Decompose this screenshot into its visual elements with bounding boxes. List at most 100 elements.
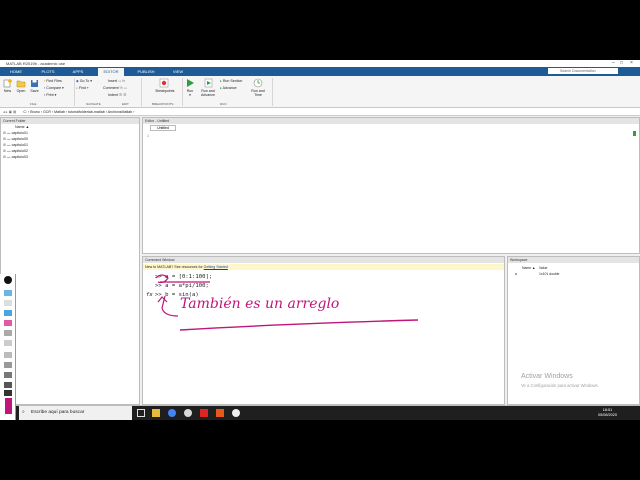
folder-item[interactable]: ⊞ ▬ capitulo03: [3, 155, 28, 159]
taskbar-search-input[interactable]: ⌕ Escribe aquí para buscar: [19, 406, 132, 420]
maps-icon[interactable]: [232, 409, 240, 417]
print-label: Print: [46, 93, 54, 97]
folder-item-label: capitulo00: [11, 137, 28, 141]
find-button[interactable]: ⌕ Find ▾: [76, 86, 89, 90]
file-group-label: FILE: [30, 102, 37, 106]
advance-button[interactable]: ▸ Advance: [220, 86, 237, 90]
annotation-toolbar: [0, 274, 16, 420]
eraser-tool-icon[interactable]: [4, 310, 12, 316]
clock-date: 05/08/2020: [598, 413, 618, 417]
undo-icon[interactable]: [4, 362, 12, 368]
maximize-button[interactable]: □: [620, 60, 623, 66]
current-path[interactable]: C: › Bruno › GCR › Matlab › tutorialfold…: [23, 110, 134, 114]
pen-tool-icon[interactable]: [4, 320, 12, 326]
run-section-button[interactable]: ▸ Run Section: [220, 79, 242, 83]
settings-icon[interactable]: [4, 390, 12, 396]
advance-label: Advance: [222, 86, 237, 90]
cursor-tool-icon[interactable]: [4, 300, 12, 306]
tab-plots[interactable]: PLOTS: [36, 68, 60, 76]
go-to-label: Go To: [79, 79, 90, 83]
comment-button[interactable]: Comment % ▭: [103, 86, 127, 90]
tab-home[interactable]: HOME: [4, 68, 28, 76]
pointer-tool-icon[interactable]: [4, 290, 12, 296]
indent-button[interactable]: Indent ☰ ☰: [108, 93, 126, 97]
code-analyzer-indicator: [633, 131, 636, 136]
ribbon-tabs: HOME PLOTS APPS EDITOR PUBLISH VIEW Sear…: [0, 67, 640, 76]
activation-watermark-subtitle: Ve a Configuración para activar Windows.: [521, 383, 599, 388]
current-folder-panel: Current Folder Name ▲ ⊞ ▬ capitulo01 ⊞ ▬ …: [0, 117, 140, 405]
go-to-button[interactable]: ◆ Go To ▾: [76, 79, 92, 83]
open-folder-icon: [16, 80, 26, 88]
annotation-toggle-icon[interactable]: [4, 276, 12, 284]
getting-started-link[interactable]: Getting Started: [204, 265, 228, 269]
compare-button[interactable]: ▪ Compare ▾: [44, 86, 64, 90]
ribbon-separator: [74, 78, 75, 106]
run-section-label: Run Section: [222, 79, 243, 83]
line-number: 1: [147, 134, 149, 138]
window-title: MATLAB R2019b - academic use: [6, 61, 66, 66]
find-label: Find: [79, 86, 87, 90]
run-and-advance-button[interactable]: Run and Advance: [198, 89, 218, 97]
folder-item-label: capitulo01: [11, 131, 28, 135]
highlighter-tool-icon[interactable]: [4, 330, 12, 336]
folder-item[interactable]: ⊞ ▬ capitulo00: [3, 137, 28, 141]
color-swatch-magenta[interactable]: [5, 398, 12, 414]
tab-publish[interactable]: PUBLISH: [132, 68, 160, 76]
run-group-label: RUN: [220, 102, 227, 106]
run-button[interactable]: Run ▾: [183, 89, 197, 97]
handwritten-annotation: También es un arreglo: [180, 296, 340, 312]
folder-item[interactable]: ⊞ ▬ capitulo02: [3, 149, 28, 153]
current-folder-title: Current Folder: [1, 118, 139, 124]
name-column-header[interactable]: Name ▲: [15, 125, 29, 129]
tab-editor[interactable]: EDITOR: [98, 68, 124, 76]
ribbon-separator: [272, 78, 273, 106]
folder-item-label: capitulo01: [11, 143, 28, 147]
chrome-icon[interactable]: [168, 409, 176, 417]
editor-tab-untitled[interactable]: Untitled: [150, 125, 176, 131]
insert-label: Insert: [108, 79, 117, 83]
clear-icon[interactable]: [4, 372, 12, 378]
taskbar-clock[interactable]: 18:51 05/08/2020: [598, 408, 617, 418]
workspace-row[interactable]: a 1x101 double: [510, 272, 639, 278]
save-button[interactable]: Save: [28, 89, 41, 93]
open-button[interactable]: Open: [14, 89, 28, 93]
breakpoints-button[interactable]: Breakpoints: [150, 89, 180, 93]
save-icon: [31, 80, 38, 87]
line-tool-icon[interactable]: [4, 340, 12, 346]
address-bar[interactable]: ◂ ▸ ▣ ▤ C: › Bruno › GCR › Matlab › tuto…: [0, 108, 640, 116]
workspace-value-header[interactable]: Value: [539, 266, 547, 270]
workspace-name-header[interactable]: Name ▲: [522, 266, 535, 270]
workspace-title: Workspace: [508, 257, 639, 263]
media-player-icon[interactable]: [184, 409, 192, 417]
folder-item[interactable]: ⊞ ▬ capitulo01: [3, 131, 28, 135]
minimize-button[interactable]: –: [612, 60, 615, 66]
task-view-icon[interactable]: [137, 409, 145, 417]
activation-watermark-title: Activar Windows: [521, 373, 573, 380]
variable-name: a: [515, 272, 517, 276]
folder-item-label: capitulo02: [11, 149, 28, 153]
new-button[interactable]: New: [1, 89, 14, 93]
shape-tool-icon[interactable]: [4, 352, 12, 358]
window-titlebar: MATLAB R2019b - academic use – □ ×: [0, 60, 640, 67]
close-button[interactable]: ×: [630, 60, 633, 66]
run-and-time-button[interactable]: Run and Time: [248, 89, 268, 97]
folder-item[interactable]: ⊞ ▬ capitulo01: [3, 143, 28, 147]
indent-label: Indent: [108, 93, 118, 97]
back-forward-icons[interactable]: ◂ ▸ ▣ ▤: [0, 110, 16, 114]
tab-apps[interactable]: APPS: [66, 68, 90, 76]
file-explorer-icon[interactable]: [152, 409, 160, 417]
print-button[interactable]: ▪ Print ▾: [44, 93, 56, 97]
acrobat-icon[interactable]: [200, 409, 208, 417]
find-files-label: Find Files: [46, 79, 62, 83]
search-documentation-input[interactable]: Search Documentation: [548, 68, 618, 74]
taskbar-search-text: Escribe aquí para buscar: [31, 410, 85, 415]
matlab-icon[interactable]: [216, 409, 224, 417]
find-files-button[interactable]: ▪ Find Files: [44, 79, 62, 83]
editor-title: Editor - Untitled: [143, 118, 639, 124]
run-and-advance-icon: [204, 78, 213, 88]
variable-value: 1x101 double: [539, 272, 560, 276]
screenshot-icon[interactable]: [4, 382, 12, 388]
notice-text: New to MATLAB? See resources for: [145, 265, 204, 269]
tab-view[interactable]: VIEW: [166, 68, 190, 76]
insert-button[interactable]: Insert ▭ fx: [108, 79, 125, 83]
